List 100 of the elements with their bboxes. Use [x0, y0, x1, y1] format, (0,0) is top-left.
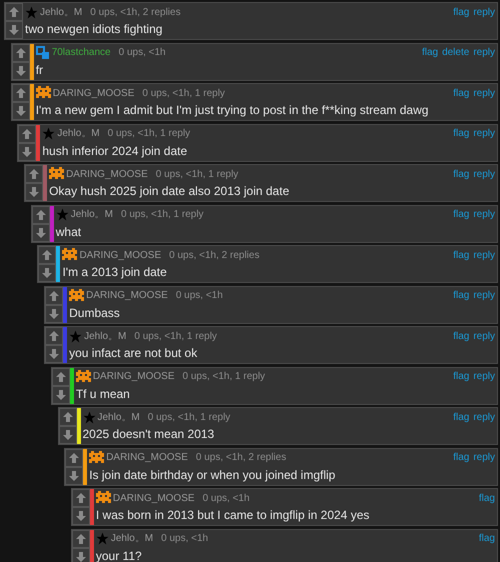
arrow-down-icon	[34, 226, 47, 238]
downvote-button[interactable]	[12, 62, 30, 80]
username-link[interactable]: Jehlo。M	[98, 410, 140, 424]
action-link[interactable]: reply	[473, 328, 495, 344]
comment-meta: 0 ups, <1h, 1 reply	[156, 168, 238, 182]
upvote-button[interactable]	[72, 489, 90, 507]
arrow-up-icon	[34, 208, 47, 220]
action-link[interactable]: reply	[473, 166, 495, 182]
action-link[interactable]: flag	[478, 490, 495, 506]
comment-text: what	[56, 224, 82, 240]
action-link[interactable]: flag	[453, 4, 470, 20]
action-link[interactable]: reply	[473, 288, 495, 303]
arrow-down-icon	[41, 267, 54, 279]
comment-text: I was born in 2013 but I came to imgflip in 2024 yes	[96, 507, 370, 523]
comment-text: I'm a 2013 join date	[62, 264, 168, 280]
action-link[interactable]: flag	[453, 410, 470, 424]
downvote-button[interactable]	[72, 548, 90, 562]
arrow-down-icon	[14, 64, 27, 76]
downvote-button[interactable]	[58, 426, 76, 444]
upvote-button[interactable]	[18, 124, 36, 142]
action-link[interactable]: flag	[478, 531, 495, 546]
action-link[interactable]: reply	[473, 126, 495, 141]
username-link[interactable]: DARING_MOOSE	[79, 248, 162, 262]
arrow-down-icon	[54, 388, 67, 400]
downvote-button[interactable]	[45, 304, 64, 322]
comment-meta: 0 ups, <1h, 1 reply	[148, 410, 230, 424]
username-link[interactable]: DARING_MOOSE	[92, 369, 174, 384]
downvote-button[interactable]	[12, 102, 30, 120]
arrow-up-icon	[8, 6, 20, 18]
arrow-up-icon	[74, 492, 87, 504]
comment-text: Tf u mean	[76, 386, 131, 402]
upvote-button[interactable]	[25, 165, 44, 183]
arrow-up-icon	[74, 532, 87, 544]
downvote-button[interactable]	[18, 142, 36, 160]
username-link[interactable]: Jehlo。M	[70, 207, 113, 222]
upvote-button[interactable]	[58, 408, 76, 426]
username-link[interactable]: Jehlo。M	[57, 126, 100, 141]
comment-meta: 0 ups, <1h, 2 replies	[90, 6, 181, 20]
upvote-button[interactable]	[12, 84, 30, 102]
comment-meta: 0 ups, <1h, 2 replies	[169, 248, 260, 262]
action-link[interactable]: flag	[453, 288, 470, 303]
action-link[interactable]: flag	[453, 369, 470, 384]
action-link[interactable]: delete	[442, 45, 470, 60]
upvote-button[interactable]	[45, 327, 64, 345]
downvote-button[interactable]	[45, 345, 64, 363]
downvote-button[interactable]	[72, 507, 90, 525]
comment-meta: 0 ups, <1h, 1 reply	[134, 330, 217, 344]
username-link[interactable]: Jehlo。M	[110, 531, 154, 546]
action-link[interactable]: reply	[473, 207, 495, 222]
username-link[interactable]: Jehlo。M	[40, 4, 82, 20]
comment-meta: 0 ups, <1h, 1 reply	[142, 86, 225, 100]
comment-text: Dumbass	[69, 304, 121, 320]
downvote-button[interactable]	[65, 466, 84, 484]
action-link[interactable]: flag	[453, 450, 470, 465]
arrow-up-icon	[68, 452, 80, 464]
action-link[interactable]: flag	[453, 166, 470, 182]
action-link[interactable]: flag	[422, 45, 438, 60]
action-link[interactable]: flag	[453, 126, 470, 141]
arrow-down-icon	[14, 105, 27, 117]
comment-meta: 0 ups, <1h	[118, 46, 166, 60]
upvote-button[interactable]	[5, 3, 23, 21]
arrow-up-icon	[14, 87, 27, 99]
downvote-button[interactable]	[38, 264, 56, 282]
upvote-button[interactable]	[65, 448, 84, 466]
username-link[interactable]: 70lastchance	[52, 45, 111, 60]
arrow-down-icon	[21, 146, 34, 158]
upvote-button[interactable]	[72, 530, 90, 548]
downvote-button[interactable]	[32, 224, 50, 242]
username-link[interactable]: DARING_MOOSE	[112, 490, 195, 506]
downvote-button[interactable]	[25, 183, 44, 201]
upvote-button[interactable]	[38, 246, 56, 264]
action-link[interactable]: reply	[473, 248, 495, 262]
downvote-button[interactable]	[52, 386, 70, 404]
comment-text: your 11?	[96, 548, 143, 562]
action-link[interactable]: reply	[473, 45, 495, 60]
action-link[interactable]: reply	[473, 4, 495, 20]
upvote-button[interactable]	[32, 206, 50, 224]
comment-text: hush inferior 2024 join date	[42, 142, 188, 158]
action-link[interactable]: flag	[453, 207, 470, 222]
action-link[interactable]: flag	[453, 328, 470, 344]
username-link[interactable]: Jehlo。M	[84, 328, 126, 344]
username-link[interactable]: DARING_MOOSE	[66, 166, 148, 182]
downvote-button[interactable]	[5, 21, 23, 39]
username-link[interactable]: DARING_MOOSE	[106, 450, 188, 465]
upvote-button[interactable]	[12, 44, 30, 62]
comment-text: fr	[36, 62, 44, 78]
action-link[interactable]: reply	[473, 450, 495, 465]
upvote-button[interactable]	[52, 368, 70, 386]
comment-meta: 0 ups, <1h	[176, 289, 223, 303]
arrow-up-icon	[62, 411, 74, 423]
action-link[interactable]: reply	[473, 86, 495, 100]
action-link[interactable]: flag	[453, 86, 470, 100]
username-link[interactable]: DARING_MOOSE	[86, 288, 168, 303]
action-link[interactable]: flag	[453, 248, 470, 262]
action-link[interactable]: reply	[473, 410, 495, 424]
comment-text: two newgen idiots fighting	[25, 21, 164, 37]
username-link[interactable]: DARING_MOOSE	[52, 86, 134, 100]
arrow-up-icon	[14, 46, 27, 58]
upvote-button[interactable]	[45, 286, 64, 304]
action-link[interactable]: reply	[473, 369, 495, 384]
